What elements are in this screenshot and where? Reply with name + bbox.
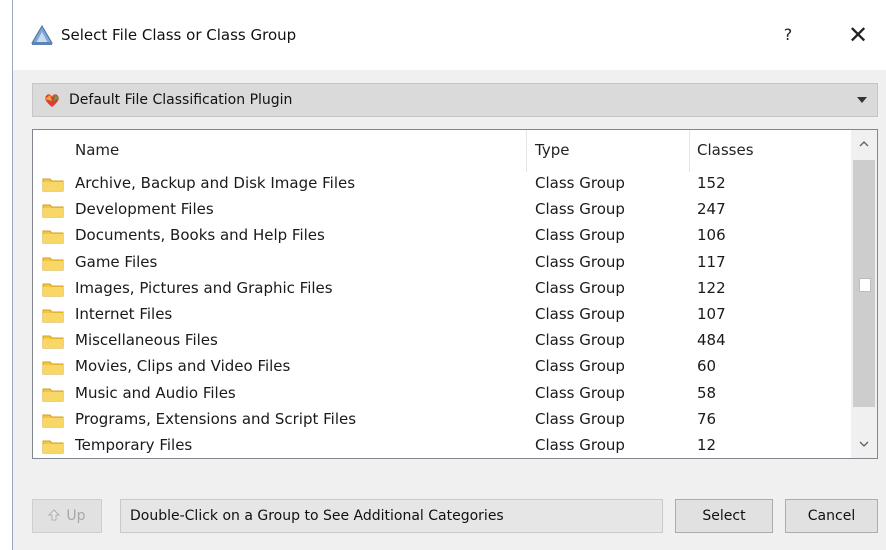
list-item[interactable]: Internet Files Class Group 107 bbox=[33, 301, 851, 327]
item-type: Class Group bbox=[535, 383, 625, 402]
folder-icon bbox=[42, 255, 64, 271]
column-header-classes[interactable]: Classes bbox=[697, 141, 754, 159]
window-title: Select File Class or Class Group bbox=[61, 26, 297, 44]
list-item[interactable]: Miscellaneous Files Class Group 484 bbox=[33, 327, 851, 353]
list-item[interactable]: Development Files Class Group 247 bbox=[33, 196, 851, 222]
select-button[interactable]: Select bbox=[675, 499, 773, 533]
folder-icon bbox=[42, 307, 64, 323]
item-name: Documents, Books and Help Files bbox=[75, 226, 325, 245]
list-item[interactable]: Images, Pictures and Graphic Files Class… bbox=[33, 275, 851, 301]
item-name: Miscellaneous Files bbox=[75, 331, 218, 350]
folder-icon bbox=[42, 202, 64, 218]
item-name: Archive, Backup and Disk Image Files bbox=[75, 174, 356, 192]
list-item[interactable]: Music and Audio Files Class Group 58 bbox=[33, 380, 851, 406]
item-name: Programs, Extensions and Script Files bbox=[75, 409, 357, 428]
list-item[interactable]: Documents, Books and Help Files Class Gr… bbox=[33, 222, 851, 248]
scroll-down-arrow-icon[interactable] bbox=[851, 430, 877, 458]
item-classes: 106 bbox=[697, 226, 726, 245]
list-rows: Archive, Backup and Disk Image Files Cla… bbox=[33, 170, 851, 458]
title-bar: Select File Class or Class Group ? ✕ bbox=[13, 0, 886, 70]
item-type: Class Group bbox=[535, 278, 625, 297]
folder-icon bbox=[42, 333, 64, 349]
item-classes: 58 bbox=[697, 383, 717, 402]
item-classes: 117 bbox=[697, 252, 726, 271]
folder-icon bbox=[42, 412, 64, 428]
scrollbar-grip bbox=[859, 278, 871, 292]
plugin-dropdown[interactable]: Default File Classification Plugin bbox=[32, 83, 878, 117]
folder-icon bbox=[42, 359, 64, 375]
item-type: Class Group bbox=[535, 357, 625, 376]
plugin-selected-label: Default File Classification Plugin bbox=[69, 92, 293, 108]
item-classes: 60 bbox=[697, 357, 717, 376]
item-classes: 247 bbox=[697, 200, 726, 219]
chevron-down-icon bbox=[857, 97, 867, 103]
list-item[interactable]: Archive, Backup and Disk Image Files Cla… bbox=[33, 170, 851, 196]
item-classes: 152 bbox=[697, 174, 726, 192]
class-group-list[interactable]: Name Type Classes Archive, Backup and Di… bbox=[32, 129, 878, 459]
folder-icon bbox=[42, 228, 64, 244]
item-classes: 484 bbox=[697, 331, 726, 350]
scroll-up-arrow-icon[interactable] bbox=[851, 130, 877, 158]
item-name: Internet Files bbox=[75, 304, 173, 323]
item-classes: 122 bbox=[697, 278, 726, 297]
item-type: Class Group bbox=[535, 435, 625, 454]
item-type: Class Group bbox=[535, 226, 625, 245]
item-classes: 107 bbox=[697, 304, 726, 323]
column-divider[interactable] bbox=[526, 130, 527, 172]
plugin-icon bbox=[43, 92, 61, 108]
up-button-label: Up bbox=[66, 508, 86, 524]
folder-icon bbox=[42, 438, 64, 454]
column-divider[interactable] bbox=[689, 130, 690, 172]
item-name: Temporary Files bbox=[75, 435, 193, 454]
item-name: Development Files bbox=[75, 200, 214, 219]
up-arrow-icon bbox=[48, 501, 61, 521]
item-type: Class Group bbox=[535, 252, 625, 271]
item-name: Images, Pictures and Graphic Files bbox=[75, 278, 333, 297]
dialog-window: Select File Class or Class Group ? ✕ Def… bbox=[12, 0, 886, 550]
list-header: Name Type Classes bbox=[33, 130, 851, 172]
folder-icon bbox=[42, 386, 64, 402]
list-item[interactable]: Movies, Clips and Video Files Class Grou… bbox=[33, 353, 851, 379]
item-type: Class Group bbox=[535, 331, 625, 350]
item-type: Class Group bbox=[535, 174, 625, 192]
item-name: Music and Audio Files bbox=[75, 383, 236, 402]
column-header-name[interactable]: Name bbox=[75, 141, 119, 159]
item-type: Class Group bbox=[535, 200, 625, 219]
close-button[interactable]: ✕ bbox=[845, 22, 871, 48]
list-item[interactable]: Temporary Files Class Group 12 bbox=[33, 432, 851, 458]
folder-icon bbox=[42, 281, 64, 297]
item-classes: 76 bbox=[697, 409, 717, 428]
cancel-button[interactable]: Cancel bbox=[785, 499, 878, 533]
list-item[interactable]: Programs, Extensions and Script Files Cl… bbox=[33, 406, 851, 432]
folder-icon bbox=[42, 176, 64, 192]
status-hint: Double-Click on a Group to See Additiona… bbox=[120, 499, 663, 533]
list-item[interactable]: Game Files Class Group 117 bbox=[33, 249, 851, 275]
item-classes: 12 bbox=[697, 435, 717, 454]
item-name: Game Files bbox=[75, 252, 158, 271]
vertical-scrollbar[interactable] bbox=[851, 130, 877, 458]
item-type: Class Group bbox=[535, 409, 625, 428]
help-button[interactable]: ? bbox=[777, 24, 799, 46]
app-icon bbox=[29, 23, 55, 47]
up-button[interactable]: Up bbox=[32, 499, 102, 533]
scrollbar-thumb[interactable] bbox=[853, 160, 875, 407]
column-header-type[interactable]: Type bbox=[535, 141, 569, 159]
item-type: Class Group bbox=[535, 304, 625, 323]
item-name: Movies, Clips and Video Files bbox=[75, 357, 291, 376]
